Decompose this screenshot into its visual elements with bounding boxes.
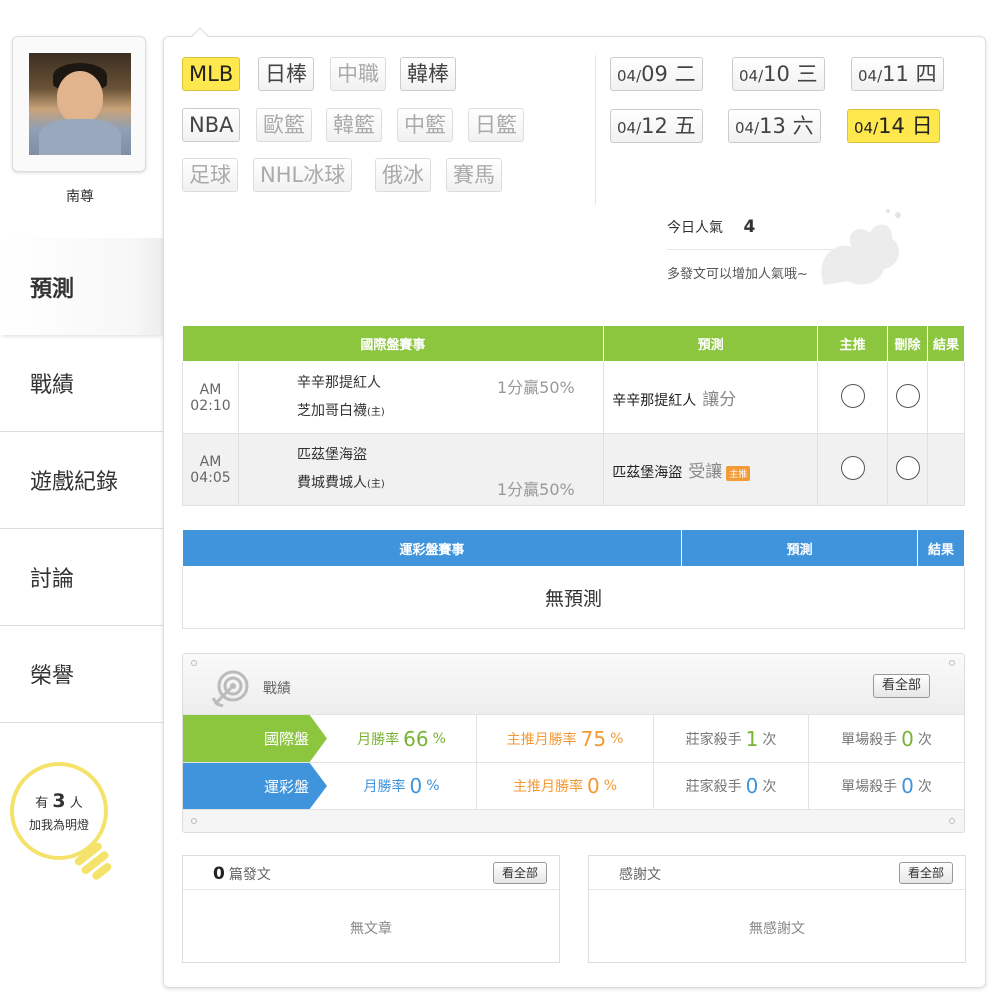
main-panel: MLB 日棒 中職 韓棒 NBA 歐籃 韓籃 中籃 日籃 足球 NHL冰球 俄冰…	[163, 27, 986, 988]
record-title: 戰績	[263, 681, 291, 697]
col-lottery-match: 運彩盤賽事	[182, 529, 683, 567]
featured-radio[interactable]	[840, 383, 865, 408]
col-delete: 刪除	[887, 325, 928, 362]
sport-tab-bj-league[interactable]: 日籃	[468, 108, 524, 142]
sport-tab-soccer[interactable]: 足球	[182, 158, 238, 192]
avatar[interactable]	[29, 53, 131, 155]
profile-menu: 預測 戰績 遊戲紀錄 討論 榮譽	[0, 238, 163, 723]
featured-win-rate: 75	[580, 726, 607, 751]
col-result: 結果	[927, 325, 965, 362]
odds: 1分贏50%	[496, 480, 575, 499]
view-all-record-button[interactable]: 看全部	[873, 674, 931, 698]
date-tab-0411[interactable]: 04/11 四	[851, 57, 944, 91]
game-time: AM 04:05	[182, 433, 239, 506]
pick-team: 辛辛那提紅人	[612, 393, 697, 409]
monthly-win-rate: 66	[403, 726, 429, 751]
featured-radio[interactable]	[840, 455, 865, 480]
featured-win-rate: 0	[586, 774, 600, 798]
popularity-label: 今日人氣	[667, 220, 723, 236]
col-prediction: 預測	[603, 325, 819, 362]
featured-badge: 主推	[726, 465, 751, 481]
date-tab-0413[interactable]: 04/13 六	[728, 109, 821, 143]
menu-item-record[interactable]: 戰績	[0, 335, 163, 432]
sport-tab-kbo[interactable]: 韓棒	[400, 57, 456, 91]
menu-item-game-log[interactable]: 遊戲紀錄	[0, 432, 163, 529]
result-cell	[927, 361, 965, 434]
delete-radio[interactable]	[895, 383, 920, 408]
view-all-thanks-button[interactable]: 看全部	[899, 862, 954, 884]
sidebar: 南尊 預測 戰績 遊戲紀錄 討論 榮譽 有 3 人 加我為明燈	[0, 0, 165, 1000]
thanks-label: 感謝文	[619, 867, 661, 883]
username: 南尊	[66, 189, 94, 205]
decorative-flourish-icon	[821, 209, 901, 285]
intl-prediction-table: 國際盤賽事 預測 主推 刪除 結果 AM 02:10 辛辛那提紅人 1分贏50%…	[182, 325, 965, 506]
pick-team: 匹茲堡海盜	[612, 465, 683, 481]
popularity-value: 4	[743, 217, 756, 237]
date-tab-0409[interactable]: 04/09 二	[610, 57, 703, 91]
record-row-label: 國際盤	[183, 715, 327, 762]
record-row-label: 運彩盤	[183, 763, 327, 809]
single-killer-count: 0	[901, 726, 914, 751]
menu-item-discussion[interactable]: 討論	[0, 529, 163, 626]
no-thanks-text: 無感謝文	[749, 921, 805, 937]
team-home: 費城費城人	[296, 475, 367, 491]
record-panel: 戰績 看全部 國際盤 月勝率 66% 主推月勝率 75% 莊家殺手 1 次 單場殺手 0 次…	[182, 653, 965, 833]
home-marker: (主)	[366, 407, 385, 418]
fans-prefix: 有	[35, 796, 49, 811]
no-prediction-text: 無預測	[182, 566, 965, 629]
sport-tab-nba[interactable]: NBA	[182, 108, 241, 142]
menu-item-honor[interactable]: 榮譽	[0, 626, 163, 723]
pick-type: 受讓	[688, 462, 723, 482]
menu-item-prediction[interactable]: 預測	[0, 238, 163, 335]
col-result: 結果	[917, 529, 965, 567]
thanks-panel: 感謝文 看全部 無感謝文	[588, 855, 966, 963]
date-tab-0412[interactable]: 04/12 五	[610, 109, 703, 143]
single-killer-count: 0	[901, 774, 914, 798]
popularity-tip: 多發文可以增加人氣哦~	[667, 267, 808, 282]
home-marker: (主)	[366, 479, 385, 490]
sport-tab-sbl[interactable]: 中籃	[397, 108, 453, 142]
sport-tab-mlb[interactable]: MLB	[182, 57, 241, 91]
dealer-killer-count: 0	[745, 774, 759, 798]
sport-tab-horse-racing[interactable]: 賽馬	[446, 158, 502, 192]
post-count: 0	[213, 864, 225, 884]
col-intl-match: 國際盤賽事	[182, 325, 605, 362]
dealer-killer-count: 1	[745, 726, 759, 751]
result-cell	[927, 433, 965, 506]
avatar-frame	[12, 36, 146, 172]
team-away: 辛辛那提紅人	[296, 375, 381, 391]
lottery-prediction-table: 運彩盤賽事 預測 結果 無預測	[182, 529, 965, 629]
sport-tab-euro-basketball[interactable]: 歐籃	[256, 108, 312, 142]
delete-radio[interactable]	[895, 455, 920, 480]
posts-label: 篇發文	[228, 867, 271, 883]
fans-suffix: 人	[69, 796, 83, 811]
odds: 1分贏50%	[496, 378, 575, 397]
monthly-win-rate: 0	[409, 774, 423, 798]
pick-type: 讓分	[702, 390, 737, 410]
record-row-lottery: 運彩盤 月勝率 0% 主推月勝率 0% 莊家殺手 0 次 單場殺手 0 次	[183, 762, 964, 810]
sport-tab-nhl[interactable]: NHL冰球	[253, 158, 353, 192]
no-posts-text: 無文章	[350, 921, 392, 937]
game-time: AM 02:10	[182, 361, 239, 434]
record-row-intl: 國際盤 月勝率 66% 主推月勝率 75% 莊家殺手 1 次 單場殺手 0 次	[183, 714, 964, 762]
view-all-posts-button[interactable]: 看全部	[493, 862, 548, 884]
sport-tab-npb[interactable]: 日棒	[258, 57, 314, 91]
table-row: AM 02:10 辛辛那提紅人 1分贏50% 芝加哥白襪(主) 辛辛那提紅人 讓分	[182, 361, 965, 434]
col-featured: 主推	[817, 325, 889, 362]
sport-tab-kbl[interactable]: 韓籃	[326, 108, 382, 142]
target-icon	[211, 670, 249, 708]
follow-cta: 加我為明燈	[28, 818, 89, 832]
col-prediction: 預測	[681, 529, 919, 567]
date-tab-0410[interactable]: 04/10 三	[732, 57, 825, 91]
date-tab-0414[interactable]: 04/14 日	[847, 109, 940, 143]
posts-panel: 0 篇發文 看全部 無文章	[182, 855, 560, 963]
team-away: 匹茲堡海盜	[296, 447, 367, 463]
team-home: 芝加哥白襪	[296, 403, 367, 419]
sport-tab-khl[interactable]: 俄冰	[375, 158, 431, 192]
table-row: AM 04:05 匹茲堡海盜 費城費城人(主) 1分贏50% 匹茲堡海盜 受讓 主推	[182, 433, 965, 506]
popularity: 今日人氣 4	[667, 217, 755, 237]
sport-tab-cpbl[interactable]: 中職	[330, 57, 386, 91]
fans-count: 3	[52, 790, 66, 812]
